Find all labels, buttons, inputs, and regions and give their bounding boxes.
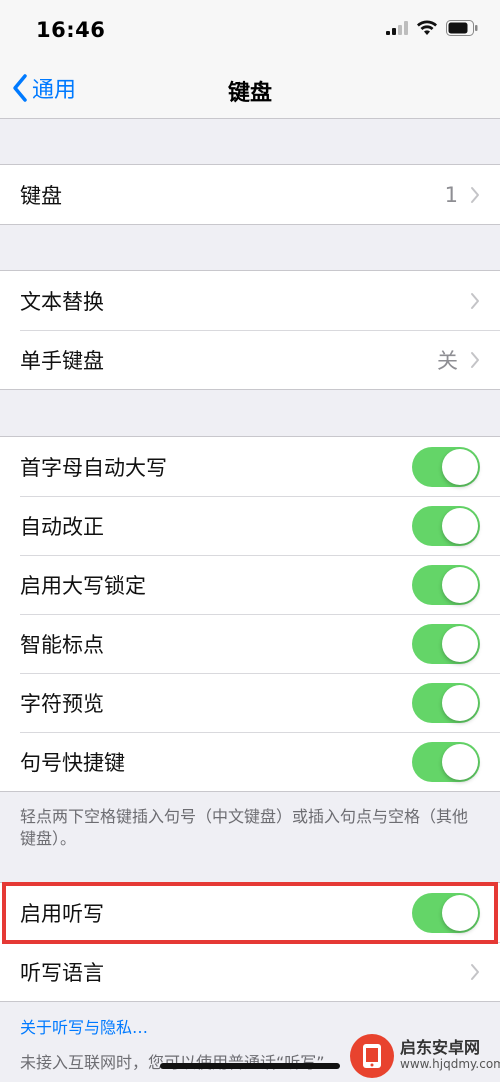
row-label: 自动改正	[20, 514, 104, 539]
row-label: 键盘	[20, 183, 62, 208]
one-handed-keyboard-row[interactable]: 单手键盘 关	[0, 330, 500, 389]
row-accessory	[470, 292, 480, 310]
watermark-logo-icon	[350, 1034, 394, 1078]
watermark: 启东安卓网 www.hjqdmy.com	[350, 1030, 500, 1082]
text-replacement-row[interactable]: 文本替换	[0, 271, 500, 330]
character-preview-row: 字符预览	[0, 673, 500, 732]
toggles-group: 首字母自动大写 自动改正 启用大写锁定 智能标点 字符预览 句号快捷键	[0, 436, 500, 792]
chevron-right-icon	[471, 186, 479, 203]
battery-icon	[446, 20, 478, 36]
smart-punctuation-toggle[interactable]	[412, 623, 480, 664]
toggle-knob	[442, 507, 478, 544]
wifi-icon	[417, 20, 437, 35]
row-label: 首字母自动大写	[20, 455, 167, 480]
watermark-text: 启东安卓网 www.hjqdmy.com	[400, 1040, 500, 1072]
nav-bar: 通用 键盘	[0, 60, 500, 119]
toggle-knob	[442, 566, 478, 603]
period-shortcut-toggle[interactable]	[412, 741, 480, 782]
auto-correction-row: 自动改正	[0, 496, 500, 555]
enable-dictation-row: 启用听写	[0, 883, 500, 942]
toggle-knob	[442, 448, 478, 485]
dictation-language-row[interactable]: 听写语言	[0, 942, 500, 1001]
period-shortcut-row: 句号快捷键	[0, 732, 500, 791]
page-title: 键盘	[227, 81, 272, 106]
toggle-knob	[442, 625, 478, 662]
caps-lock-row: 启用大写锁定	[0, 555, 500, 614]
chevron-right-icon	[471, 963, 479, 980]
row-accessory	[470, 963, 480, 981]
status-time: 16:46	[36, 18, 106, 42]
auto-correction-toggle[interactable]	[412, 505, 480, 546]
enable-dictation-toggle[interactable]	[412, 892, 480, 933]
cellular-signal-icon	[386, 21, 408, 35]
auto-capitalization-toggle[interactable]	[412, 446, 480, 487]
row-label: 听写语言	[20, 960, 104, 985]
watermark-title: 启东安卓网	[400, 1038, 481, 1057]
watermark-url: www.hjqdmy.com	[400, 1057, 500, 1071]
toggle-knob	[442, 743, 478, 780]
row-value: 1	[444, 182, 458, 207]
row-label: 启用大写锁定	[20, 573, 146, 598]
home-indicator	[160, 1063, 340, 1069]
dictation-privacy-link[interactable]: 关于听写与隐私…	[20, 1014, 148, 1038]
text-group: 文本替换 单手键盘 关	[0, 270, 500, 390]
row-label: 启用听写	[20, 901, 104, 926]
character-preview-toggle[interactable]	[412, 682, 480, 723]
toggle-knob	[442, 894, 478, 931]
caps-lock-toggle[interactable]	[412, 564, 480, 605]
status-icons	[386, 20, 478, 36]
keyboards-group: 键盘 1	[0, 164, 500, 225]
dictation-group: 启用听写 听写语言	[0, 882, 500, 1002]
chevron-right-icon	[471, 351, 479, 368]
row-label: 文本替换	[20, 289, 104, 314]
row-label: 智能标点	[20, 632, 104, 657]
row-value: 关	[437, 348, 458, 373]
smart-punctuation-row: 智能标点	[0, 614, 500, 673]
row-accessory: 1	[445, 183, 480, 207]
keyboards-row[interactable]: 键盘 1	[0, 165, 500, 224]
row-label: 句号快捷键	[20, 750, 125, 775]
row-label: 字符预览	[20, 691, 104, 716]
chevron-right-icon	[471, 292, 479, 309]
toggle-knob	[442, 684, 478, 721]
row-accessory: 关	[437, 345, 480, 375]
status-bar: 16:46	[0, 0, 500, 60]
period-shortcut-footer: 轻点两下空格键插入句号（中文键盘）或插入句点与空格（其他键盘）。	[20, 807, 469, 848]
row-label: 单手键盘	[20, 348, 104, 373]
auto-capitalization-row: 首字母自动大写	[0, 437, 500, 496]
